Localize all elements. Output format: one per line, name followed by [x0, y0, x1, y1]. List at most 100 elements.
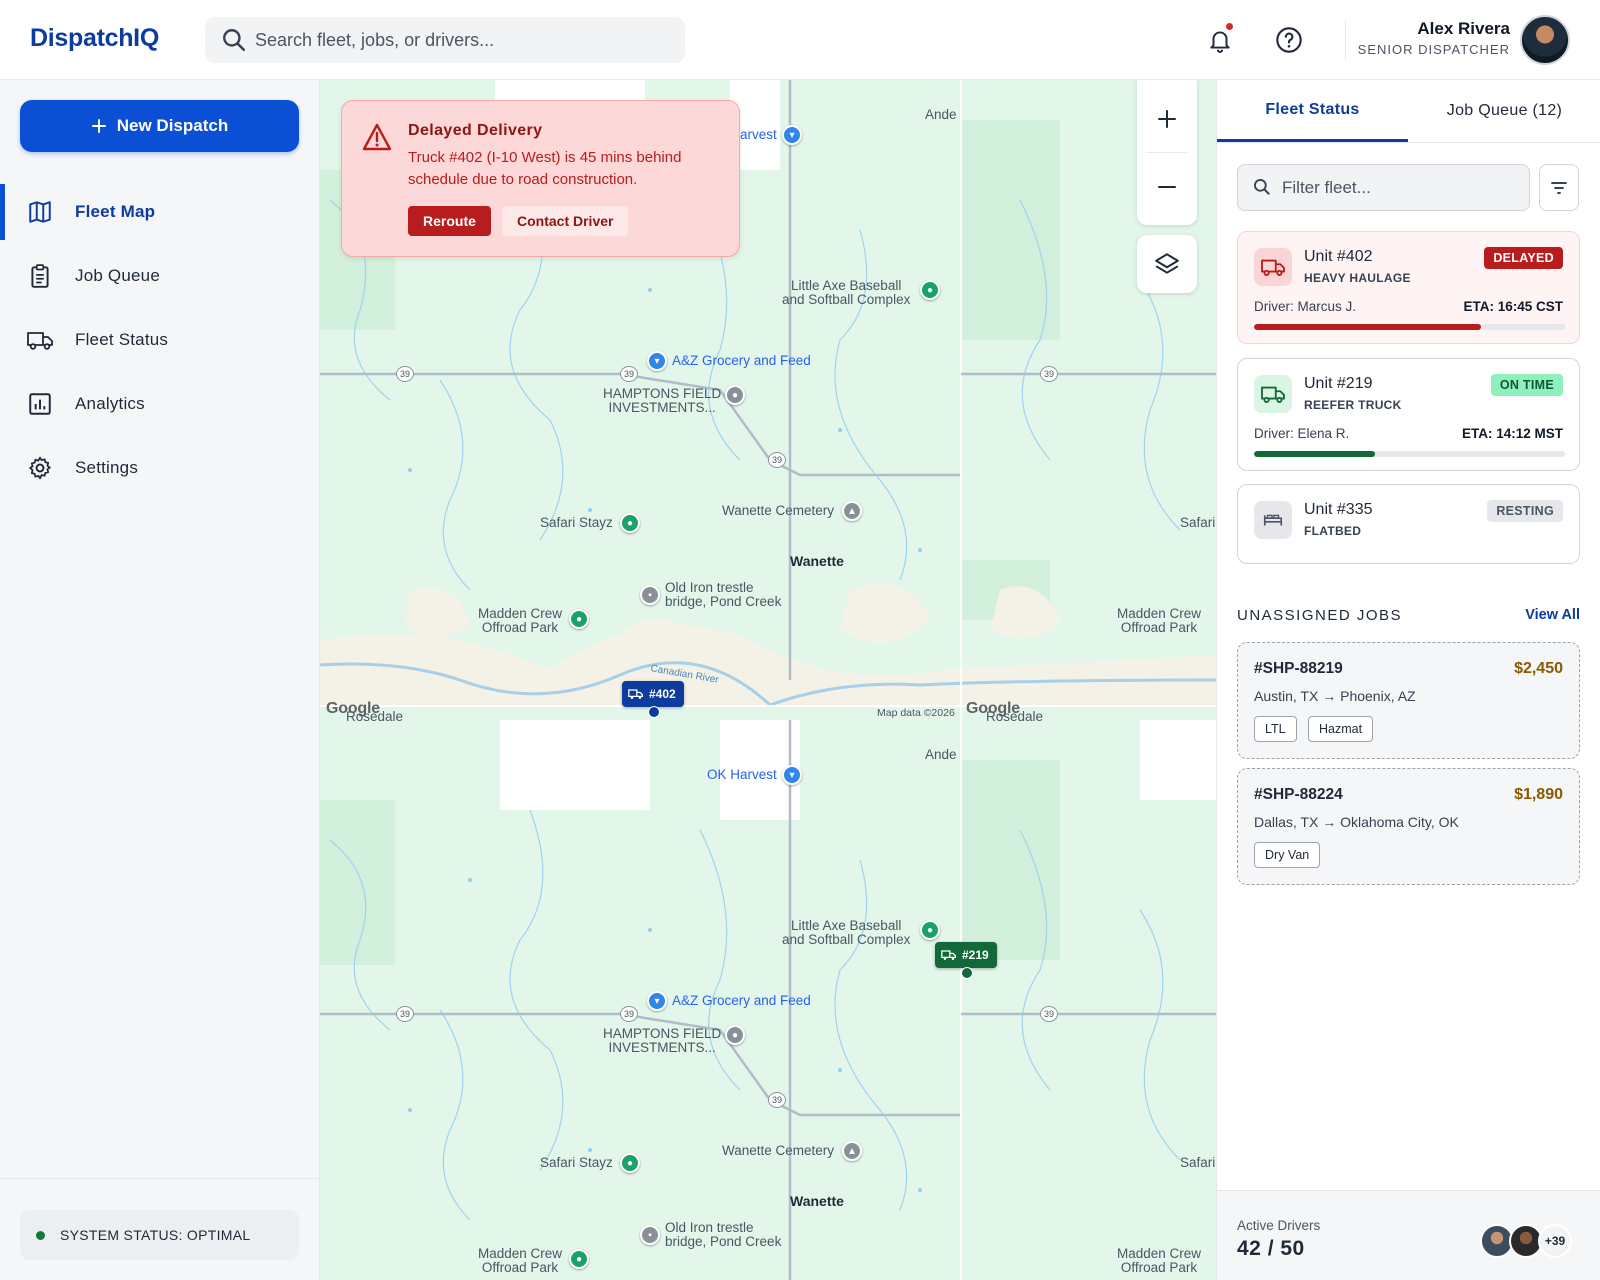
truck-marker-219[interactable]: #219	[935, 942, 997, 979]
unassigned-jobs-heading: UNASSIGNED JOBS	[1237, 607, 1403, 624]
place-label: OK Harvest	[707, 767, 777, 782]
place-label: Ande	[925, 107, 957, 122]
plus-icon	[91, 119, 106, 133]
bridge-icon[interactable]: ▪	[640, 585, 660, 605]
user-avatar[interactable]	[1520, 15, 1570, 65]
place-label: Madden Crew Offroad Park	[478, 606, 563, 635]
filter-input[interactable]	[1282, 165, 1522, 210]
system-status: SYSTEM STATUS: OPTIMAL	[20, 1210, 299, 1260]
sidebar-item-settings[interactable]: Settings	[0, 438, 320, 498]
help-icon	[1276, 27, 1302, 53]
sidebar-item-label: Fleet Map	[75, 202, 156, 221]
park-icon[interactable]: ●	[920, 920, 940, 940]
park-icon[interactable]: ●	[569, 1249, 589, 1269]
contact-driver-button[interactable]: Contact Driver	[502, 206, 629, 236]
cemetery-icon[interactable]: ▲	[842, 1141, 862, 1161]
global-search[interactable]	[205, 17, 685, 63]
place-pin-icon[interactable]: ●	[725, 385, 745, 405]
new-dispatch-button[interactable]: New Dispatch	[20, 100, 299, 152]
layers-icon	[1155, 253, 1179, 274]
place-label: Safari Stayz	[540, 515, 613, 530]
bridge-icon[interactable]: ▪	[640, 1225, 660, 1245]
route-shield: 39	[1040, 1006, 1058, 1022]
job-card[interactable]: #SHP-88224 $1,890 Dallas, TX → Oklahoma …	[1237, 768, 1580, 885]
truck-marker-402[interactable]: #402	[622, 681, 684, 718]
shopping-cart-icon[interactable]: ▾	[647, 351, 667, 371]
unit-card-402[interactable]: Unit #402 HEAVY HAULAGE DELAYED Driver: …	[1237, 231, 1580, 344]
zoom-in-button[interactable]	[1137, 90, 1197, 148]
fleet-filter[interactable]	[1237, 164, 1530, 211]
gear-icon	[26, 454, 54, 482]
shopping-cart-icon[interactable]: ▾	[782, 765, 802, 785]
unit-card-219[interactable]: Unit #219 REEFER TRUCK ON TIME Driver: E…	[1237, 358, 1580, 471]
park-icon[interactable]: ●	[569, 609, 589, 629]
search-icon	[223, 29, 246, 52]
job-id: #SHP-88224	[1254, 786, 1343, 803]
place-label: Little Axe Baseball and Softball Complex	[782, 278, 911, 307]
park-icon[interactable]: ●	[920, 280, 940, 300]
sidebar-item-fleet-status[interactable]: Fleet Status	[0, 310, 320, 370]
unit-type: FLATBED	[1304, 524, 1362, 538]
notification-dot	[1226, 23, 1233, 30]
shopping-cart-icon[interactable]: ▾	[647, 991, 667, 1011]
route-shield: 39	[620, 1006, 638, 1022]
marker-label: #402	[649, 687, 676, 701]
unit-driver: Driver: Elena R.	[1254, 426, 1350, 441]
reroute-button[interactable]: Reroute	[408, 206, 491, 236]
cemetery-icon[interactable]: ▲	[842, 501, 862, 521]
notifications-button[interactable]	[1200, 20, 1240, 60]
fleet-map[interactable]: 39 39 39 39 39 39 39 39 Ande arvest ▾ Li…	[320, 80, 1217, 1280]
sidebar-item-analytics[interactable]: Analytics	[0, 374, 320, 434]
paw-icon[interactable]: ●	[620, 513, 640, 533]
view-all-link[interactable]: View All	[1525, 607, 1580, 623]
truck-icon	[1254, 375, 1292, 413]
filter-options-button[interactable]	[1539, 164, 1579, 211]
sidebar-item-label: Fleet Status	[75, 330, 169, 349]
system-status-text: SYSTEM STATUS: OPTIMAL	[60, 1227, 251, 1243]
map-attribution: Map data ©2026	[877, 707, 955, 719]
place-label: HAMPTONS FIELD INVESTMENTS...	[603, 1026, 722, 1055]
unit-title: Unit #402	[1304, 248, 1373, 265]
truck-icon	[26, 326, 54, 354]
unit-type: REEFER TRUCK	[1304, 398, 1402, 412]
tab-fleet-status[interactable]: Fleet Status	[1217, 80, 1408, 142]
unit-eta: ETA: 14:12 MST	[1461, 426, 1563, 441]
paw-icon[interactable]: ●	[620, 1153, 640, 1173]
job-tag: Dry Van	[1254, 842, 1321, 868]
zoom-out-button[interactable]	[1137, 158, 1197, 216]
job-id: #SHP-88219	[1254, 660, 1343, 677]
help-button[interactable]	[1269, 20, 1309, 60]
shopping-cart-icon[interactable]: ▾	[782, 125, 802, 145]
map-layers-button[interactable]	[1137, 235, 1197, 293]
place-label: Wanette	[790, 553, 844, 569]
bed-icon	[1254, 501, 1292, 539]
job-card[interactable]: #SHP-88219 $2,450 Austin, TX → Phoenix, …	[1237, 642, 1580, 759]
place-label: arvest	[740, 127, 777, 142]
app-logo[interactable]: DispatchIQ	[30, 24, 159, 53]
truck-icon	[628, 689, 644, 699]
bell-icon	[1210, 31, 1230, 53]
place-label: Old Iron trestle bridge, Pond Creek	[665, 1220, 782, 1249]
user-name: Alex Rivera	[1417, 19, 1510, 38]
place-label: Wanette Cemetery	[722, 503, 835, 518]
status-dot	[36, 1230, 45, 1240]
unit-type: HEAVY HAULAGE	[1304, 271, 1411, 285]
sidebar-item-fleet-map[interactable]: Fleet Map	[0, 182, 320, 242]
place-label: Wanette	[790, 1193, 844, 1209]
search-icon	[1254, 179, 1270, 195]
tab-job-queue[interactable]: Job Queue (12)	[1409, 80, 1600, 142]
sidebar-item-job-queue[interactable]: Job Queue	[0, 246, 320, 306]
user-role: SENIOR DISPATCHER	[1357, 42, 1510, 57]
job-route: Austin, TX → Phoenix, AZ	[1254, 688, 1416, 704]
route-shield: 39	[396, 1006, 414, 1022]
unit-card-335[interactable]: Unit #335 FLATBED RESTING	[1237, 484, 1580, 564]
place-label: Safari Stayz	[540, 1155, 613, 1170]
place-label: Rosedale	[986, 709, 1044, 724]
more-drivers-badge[interactable]: +39	[1538, 1224, 1572, 1258]
search-input[interactable]	[255, 17, 675, 63]
place-pin-icon[interactable]: ●	[725, 1025, 745, 1045]
place-label: Rosedale	[346, 709, 404, 724]
delayed-delivery-alert: Delayed Delivery Truck #402 (I-10 West) …	[341, 100, 740, 257]
marker-label: #219	[962, 948, 989, 962]
place-label: Safari	[1180, 515, 1216, 530]
